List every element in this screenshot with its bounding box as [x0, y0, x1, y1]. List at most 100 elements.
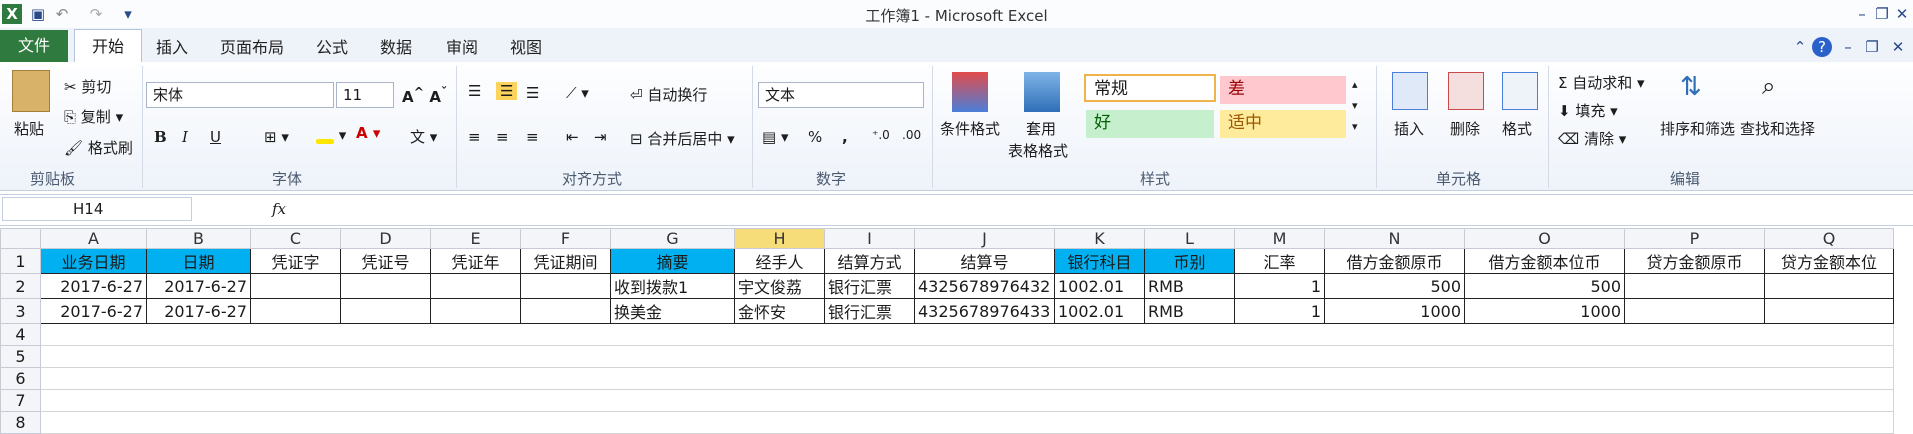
align-center-icon[interactable]: ≡ [496, 128, 509, 146]
column-header[interactable]: B [146, 228, 251, 249]
insert-cells-button[interactable]: 插入 [1394, 118, 1424, 139]
tab-data[interactable]: 数据 [380, 34, 412, 58]
worksheet-grid[interactable]: A B C D E F G H I J K L M N O P Q 1 业务日期… [0, 228, 1894, 434]
align-right-icon[interactable]: ≡ [526, 128, 539, 146]
cell[interactable]: 1 [1234, 273, 1325, 299]
cell[interactable] [1624, 298, 1765, 324]
row-header[interactable]: 6 [0, 367, 41, 390]
italic-button[interactable]: I [182, 128, 188, 146]
cell[interactable]: 摘要 [610, 248, 735, 274]
cell[interactable]: 1000 [1464, 298, 1625, 324]
binoculars-icon[interactable]: ⌕ [1762, 72, 1775, 100]
empty-row[interactable] [40, 345, 1894, 368]
format-as-table-line2[interactable]: 表格格式 [1008, 140, 1068, 161]
copy-button[interactable]: ⎘ 复制 ▾ [64, 106, 123, 127]
clear-button[interactable]: ⌫ 清除 ▾ [1558, 128, 1626, 149]
empty-row[interactable] [40, 323, 1894, 346]
column-header[interactable]: M [1234, 228, 1325, 249]
style-bad[interactable]: 差 [1220, 76, 1346, 104]
cell[interactable]: 2017-6-27 [146, 298, 251, 324]
cell[interactable] [340, 298, 431, 324]
percent-button[interactable]: % [808, 128, 822, 146]
cell[interactable]: 银行汇票 [824, 273, 915, 299]
row-header[interactable]: 5 [0, 345, 41, 368]
format-cells-button[interactable]: 格式 [1502, 118, 1532, 139]
doc-minimize-icon[interactable]: – [1838, 37, 1858, 57]
cell[interactable]: 结算方式 [824, 248, 915, 274]
cell[interactable]: 收到拨款1 [610, 273, 735, 299]
column-header[interactable]: D [340, 228, 431, 249]
format-as-table-line1[interactable]: 套用 [1026, 118, 1056, 139]
tab-home[interactable]: 开始 [74, 29, 142, 64]
increase-indent-icon[interactable]: ⇥ [594, 128, 607, 146]
delete-cells-icon[interactable] [1448, 72, 1484, 110]
column-header[interactable]: P [1624, 228, 1765, 249]
cell[interactable]: 500 [1464, 273, 1625, 299]
column-header[interactable]: A [40, 228, 147, 249]
phonetic-icon[interactable]: 文 ▾ [410, 126, 437, 147]
collapse-ribbon-icon[interactable]: ⌃ [1790, 37, 1810, 57]
column-header[interactable]: F [520, 228, 611, 249]
cell[interactable]: 1002.01 [1054, 273, 1145, 299]
find-select-button[interactable]: 查找和选择 [1740, 118, 1815, 139]
font-name-select[interactable]: 宋体 [146, 82, 334, 108]
wrap-text-button[interactable]: ⏎ 自动换行 [630, 84, 707, 105]
cell[interactable] [340, 273, 431, 299]
row-header[interactable]: 1 [0, 248, 41, 274]
column-header[interactable]: G [610, 228, 735, 249]
sort-filter-button[interactable]: 排序和筛选 [1660, 118, 1735, 139]
style-normal[interactable]: 常规 [1084, 74, 1216, 102]
column-header[interactable]: H [734, 228, 825, 249]
tab-review[interactable]: 审阅 [446, 34, 478, 58]
increase-decimal-icon[interactable]: ⁺.0 [872, 128, 890, 142]
close-icon[interactable]: ✕ [1892, 4, 1912, 24]
row-header[interactable]: 2 [0, 273, 41, 299]
column-header[interactable]: K [1054, 228, 1145, 249]
cell[interactable]: 金怀安 [734, 298, 825, 324]
cell[interactable] [430, 298, 521, 324]
paste-icon[interactable] [12, 70, 50, 112]
column-header[interactable]: L [1144, 228, 1235, 249]
paste-button[interactable]: 粘贴 [14, 118, 44, 139]
conditional-format-button[interactable]: 条件格式 [940, 118, 1000, 139]
cell[interactable] [520, 298, 611, 324]
cell[interactable]: 贷方金额原币 [1624, 248, 1765, 274]
cell[interactable] [250, 298, 341, 324]
comma-button[interactable]: , [842, 128, 848, 146]
cell[interactable]: 借方金额本位币 [1464, 248, 1625, 274]
column-header[interactable]: E [430, 228, 521, 249]
row-header[interactable]: 3 [0, 298, 41, 324]
format-as-table-icon[interactable] [1024, 72, 1060, 112]
format-painter-button[interactable]: 🖌 格式刷 [64, 137, 133, 158]
align-left-icon[interactable]: ≡ [468, 128, 481, 146]
column-header[interactable]: O [1464, 228, 1625, 249]
cell[interactable]: 2017-6-27 [40, 273, 147, 299]
grow-font-icon[interactable]: A^ Aˇ [402, 84, 447, 106]
cell[interactable]: RMB [1144, 273, 1235, 299]
cell[interactable]: 1 [1234, 298, 1325, 324]
minimize-icon[interactable]: – [1852, 4, 1872, 24]
cell[interactable]: 凭证期间 [520, 248, 611, 274]
cell[interactable]: 凭证号 [340, 248, 431, 274]
insert-function-icon[interactable]: fx [272, 200, 286, 218]
doc-restore-icon[interactable]: ❐ [1862, 37, 1882, 57]
row-header[interactable]: 4 [0, 323, 41, 346]
underline-button[interactable]: U [210, 128, 221, 146]
fill-button[interactable]: ⬇ 填充 ▾ [1558, 100, 1618, 121]
bold-button[interactable]: B [154, 128, 167, 146]
conditional-format-icon[interactable] [952, 72, 988, 112]
cell[interactable]: 4325678976433 [914, 298, 1055, 324]
cell[interactable]: 银行科目 [1054, 248, 1145, 274]
cell[interactable]: RMB [1144, 298, 1235, 324]
row-header[interactable]: 8 [0, 411, 41, 434]
styles-scroll-icon[interactable]: ▴ ▾ ▾ [1352, 74, 1358, 137]
cell[interactable]: 宇文俊荔 [734, 273, 825, 299]
cell[interactable]: 1002.01 [1054, 298, 1145, 324]
cell[interactable]: 经手人 [734, 248, 825, 274]
align-bottom-icon[interactable]: ☰ [526, 84, 539, 102]
font-size-select[interactable]: 11 [336, 82, 394, 108]
sort-filter-icon[interactable]: ⇅ [1680, 72, 1702, 102]
column-header[interactable]: J [914, 228, 1055, 249]
empty-row[interactable] [40, 367, 1894, 390]
cut-button[interactable]: ✂ 剪切 [64, 76, 111, 97]
